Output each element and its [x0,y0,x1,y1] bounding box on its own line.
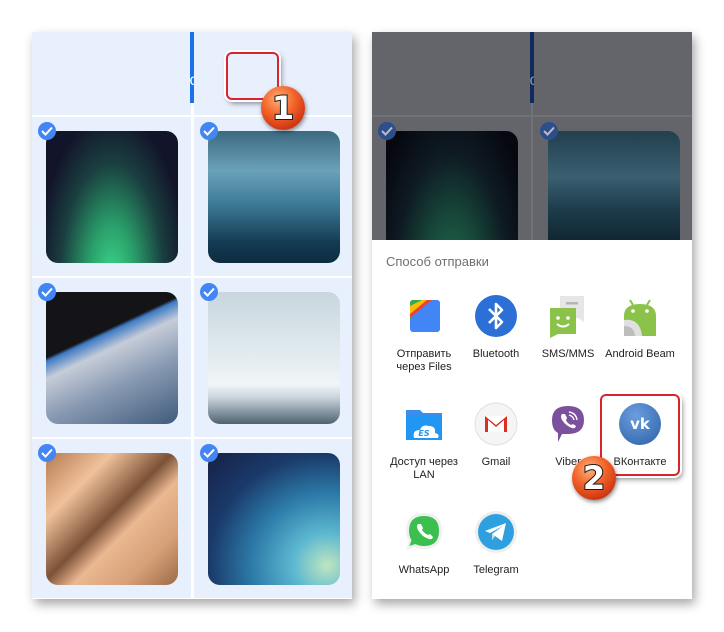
share-target-label: Доступ через LAN [390,456,458,481]
photo-thumbnail [46,453,178,585]
gmail-icon [474,402,518,446]
photo-cell-aurora[interactable] [32,117,190,276]
right-screen-share-sheet: 7:00 Выбрано 60 об… [372,32,692,599]
step-1-callout-badge: 1 [261,86,305,130]
left-screen-photo-selection: 7:00 Выбрано 60 об… [32,32,352,599]
share-target-label: WhatsApp [398,564,450,576]
share-target-label: Bluetooth [472,348,520,360]
share-target-label: SMS/MMS [541,348,595,360]
share-target-bluetooth[interactable]: Bluetooth [456,294,536,394]
photo-thumbnail [208,292,340,424]
selected-check-icon[interactable] [200,444,218,462]
selected-check-icon[interactable] [200,283,218,301]
photo-thumbnail [46,292,178,424]
step-2-callout-badge: 2 [572,456,616,500]
photo-thumbnail [208,453,340,585]
files-icon [410,300,440,332]
svg-text:ES: ES [418,429,429,438]
messaging-icon [550,296,584,338]
selected-check-icon[interactable] [200,122,218,140]
photo-grid [32,32,352,599]
grid-divider [32,276,352,278]
bluetooth-icon [475,295,517,337]
photo-cell-earth-orbit[interactable] [32,278,190,437]
vk-target-highlight [600,394,680,476]
photo-cell-partial[interactable] [32,32,190,116]
share-target-telegram[interactable]: Telegram [456,510,536,599]
share-target-gmail[interactable]: Gmail [456,402,536,502]
grid-divider [372,115,692,117]
photo-cell-underwater[interactable] [194,117,352,276]
share-target-android-beam[interactable]: Android Beam [600,294,680,394]
selected-check-icon [378,122,396,140]
selected-check-icon[interactable] [38,283,56,301]
share-target-label: Отправить через Files [396,348,452,373]
grid-divider [191,103,194,599]
selected-check-icon[interactable] [38,444,56,462]
viber-icon [552,406,584,442]
android-beam-icon [624,299,656,336]
grid-divider [32,437,352,439]
grid-divider [32,115,352,117]
selected-check-icon [540,122,558,140]
photo-cell-partial [372,32,530,116]
share-target-lan[interactable]: ES Доступ через LAN [384,402,464,502]
telegram-icon [475,511,517,553]
grid-divider [32,598,352,599]
photo-cell-sand-dunes[interactable] [32,439,190,598]
share-target-sms-mms[interactable]: SMS/MMS [528,294,608,394]
selected-check-icon[interactable] [38,122,56,140]
photo-thumbnail [208,131,340,263]
share-target-label: Gmail [481,456,511,468]
photo-cell-snowy-mountains[interactable] [194,278,352,437]
photo-cell-starry-sky[interactable] [194,439,352,598]
share-target-files[interactable]: Отправить через Files [384,294,464,394]
share-target-whatsapp[interactable]: WhatsApp [384,510,464,599]
photo-thumbnail [46,131,178,263]
photo-cell-partial [534,32,692,116]
share-sheet-title: Способ отправки [386,254,489,269]
share-target-label: Telegram [473,564,519,576]
whatsapp-icon [406,513,442,550]
es-file-explorer-icon: ES [406,410,442,440]
share-target-label: Android Beam [605,348,675,360]
